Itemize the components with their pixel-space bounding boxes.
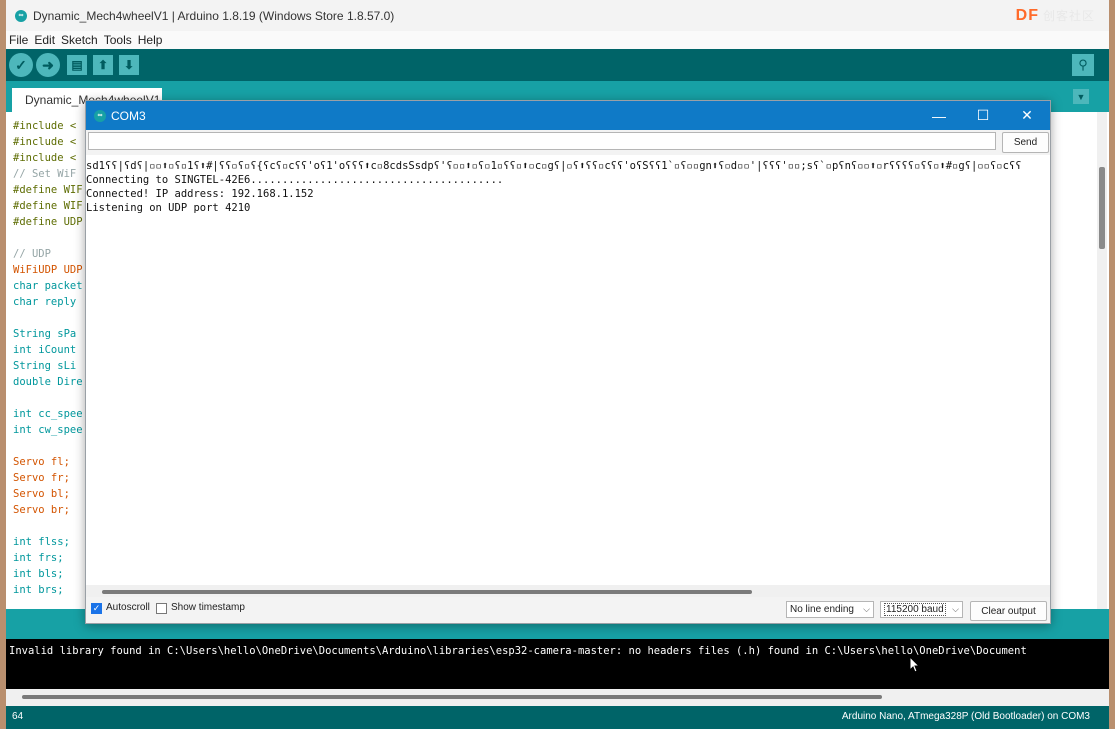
- serial-monitor-button[interactable]: ⚲: [1072, 54, 1094, 76]
- code-line: Servo br;: [13, 504, 70, 516]
- menu-sketch[interactable]: Sketch: [61, 33, 98, 47]
- minimize-button[interactable]: —: [917, 101, 961, 130]
- watermark-sub: 创客社区: [1042, 9, 1095, 23]
- arrow-right-icon: ➜: [42, 56, 54, 73]
- menu-edit[interactable]: Edit: [34, 33, 55, 47]
- code-line: int cc_spee: [13, 408, 83, 420]
- code-line: // UDP: [13, 248, 51, 260]
- maximize-button[interactable]: ☐: [961, 101, 1005, 130]
- code-line: #define UDP: [13, 216, 83, 228]
- chevron-down-icon: ⌵: [952, 604, 959, 614]
- save-sketch-button[interactable]: ⬇: [119, 55, 139, 75]
- console-output: Invalid library found in C:\Users\hello\…: [6, 639, 1109, 689]
- watermark-brand: DF: [1015, 7, 1039, 24]
- code-line: WiFiUDP UDP: [13, 264, 83, 276]
- chevron-down-icon: ⌵: [863, 604, 870, 614]
- code-line: #define WIF: [13, 184, 83, 196]
- line-ending-select[interactable]: No line ending ⌵: [786, 601, 874, 618]
- serial-scroll-thumb[interactable]: [102, 590, 752, 594]
- arrow-up-icon: ⬆: [97, 58, 109, 72]
- tab-menu-button[interactable]: ▼: [1073, 89, 1089, 104]
- code-line: int brs;: [13, 584, 64, 596]
- window-title: Dynamic_Mech4wheelV1 | Arduino 1.8.19 (W…: [33, 8, 395, 23]
- status-board-info: Arduino Nano, ATmega328P (Old Bootloader…: [841, 711, 1090, 722]
- arduino-logo-icon: ∞: [94, 109, 106, 122]
- code-line: String sPa: [13, 328, 77, 340]
- maximize-icon: ☐: [976, 107, 990, 123]
- code-line: // Set WiF: [13, 168, 77, 180]
- close-icon: ✕: [1021, 107, 1033, 123]
- autoscroll-checkbox[interactable]: ✓: [91, 603, 102, 614]
- checkmark-icon: ✓: [15, 56, 27, 73]
- code-line: char reply: [13, 296, 77, 308]
- new-sketch-button[interactable]: ▤: [67, 55, 87, 75]
- send-row: Send: [86, 130, 1050, 155]
- upload-button[interactable]: ➜: [36, 53, 60, 77]
- code-line: #include <: [13, 136, 77, 148]
- serial-horizontal-scrollbar[interactable]: [86, 585, 1050, 597]
- new-file-icon: ▤: [71, 58, 83, 72]
- serial-monitor-title: COM3: [111, 108, 146, 123]
- output-line: Listening on UDP port 4210: [86, 202, 251, 214]
- code-line: int bls;: [13, 568, 64, 580]
- code-line: int cw_spee: [13, 424, 83, 436]
- code-line: double Dire: [13, 376, 83, 388]
- toolbar: ✓ ➜ ▤ ⬆ ⬇ ⚲: [6, 49, 1109, 81]
- menu-bar: File Edit Sketch Tools Help: [6, 31, 1109, 49]
- line-ending-value: No line ending: [790, 604, 854, 615]
- verify-button[interactable]: ✓: [9, 53, 33, 77]
- code-line: char packet: [13, 280, 83, 292]
- output-line: Connecting to SINGTEL-42E6..............…: [86, 174, 504, 186]
- menu-tools[interactable]: Tools: [104, 33, 132, 47]
- mouse-cursor-icon: [910, 657, 920, 673]
- arrow-down-icon: ⬇: [123, 58, 135, 72]
- serial-monitor-title-bar: ∞ COM3 — ☐ ✕: [86, 101, 1050, 130]
- code-line: #include <: [13, 152, 77, 164]
- title-bar: ∞ Dynamic_Mech4wheelV1 | Arduino 1.8.19 …: [6, 0, 1109, 31]
- console-horizontal-scrollbar[interactable]: [6, 689, 1109, 706]
- magnifier-icon: ⚲: [1078, 57, 1088, 72]
- checkmark-icon: ✓: [92, 603, 101, 613]
- watermark-logo: DF 创客社区: [1016, 7, 1095, 25]
- code-line: int frs;: [13, 552, 64, 564]
- code-line: Servo fl;: [13, 456, 70, 468]
- serial-input[interactable]: [88, 132, 996, 150]
- close-button[interactable]: ✕: [1005, 101, 1049, 130]
- show-timestamp-checkbox[interactable]: [156, 603, 167, 614]
- chevron-down-icon: ▼: [1076, 91, 1086, 102]
- autoscroll-label: Autoscroll: [106, 602, 150, 613]
- code-line: String sLi: [13, 360, 77, 372]
- code-line: int flss;: [13, 536, 70, 548]
- status-line-number: 64: [12, 711, 24, 722]
- status-bar: 64 Arduino Nano, ATmega328P (Old Bootloa…: [6, 706, 1109, 729]
- menu-help[interactable]: Help: [138, 33, 163, 47]
- clear-output-button[interactable]: Clear output: [970, 601, 1047, 621]
- send-button[interactable]: Send: [1002, 132, 1049, 153]
- open-sketch-button[interactable]: ⬆: [93, 55, 113, 75]
- code-line: #define WIF: [13, 200, 83, 212]
- editor-scroll-thumb[interactable]: [1099, 167, 1105, 249]
- serial-monitor-window: ∞ COM3 — ☐ ✕ Send sd1ʕʕ|ʕdʕ|▫▫⬆▫ʕ▫1ʕ⬆#|ʕ…: [85, 100, 1051, 624]
- code-line: int iCount: [13, 344, 77, 356]
- code-line: #include <: [13, 120, 77, 132]
- output-line: sd1ʕʕ|ʕdʕ|▫▫⬆▫ʕ▫1ʕ⬆#|ʕʕ▫ʕ▫ʕ{ʕcʕ▫cʕʕ'oʕ1'…: [86, 160, 1022, 172]
- arduino-logo-icon: ∞: [15, 9, 27, 22]
- console-message: Invalid library found in C:\Users\hello\…: [9, 645, 1027, 657]
- serial-output: sd1ʕʕ|ʕdʕ|▫▫⬆▫ʕ▫1ʕ⬆#|ʕʕ▫ʕ▫ʕ{ʕcʕ▫cʕʕ'oʕ1'…: [86, 157, 1050, 585]
- baud-rate-value: 115200 baud: [884, 603, 946, 616]
- minimize-icon: —: [932, 107, 946, 124]
- show-timestamp-label: Show timestamp: [171, 602, 245, 613]
- menu-file[interactable]: File: [9, 33, 28, 47]
- console-scroll-thumb[interactable]: [22, 695, 882, 699]
- baud-rate-select[interactable]: 115200 baud ⌵: [880, 601, 963, 618]
- serial-options-bar: ✓ Autoscroll Show timestamp No line endi…: [86, 597, 1050, 623]
- code-line: Servo bl;: [13, 488, 70, 500]
- code-line: Servo fr;: [13, 472, 70, 484]
- output-line: Connected! IP address: 192.168.1.152: [86, 188, 314, 200]
